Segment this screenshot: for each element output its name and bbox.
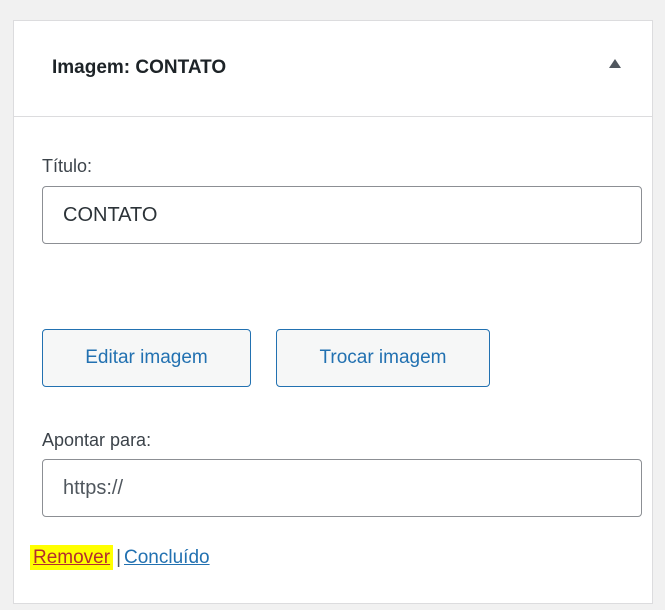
image-widget: Imagem: CONTATO Título: Editar imagem Tr… xyxy=(13,20,653,604)
widget-title: Imagem: CONTATO xyxy=(52,57,227,78)
link-label: Apontar para: xyxy=(42,430,152,450)
triangle-up-icon[interactable] xyxy=(609,59,621,68)
link-url-field[interactable] xyxy=(42,459,642,517)
widget-actions: Remover | Concluído xyxy=(30,545,210,570)
remove-link[interactable]: Remover xyxy=(30,545,114,570)
done-link[interactable]: Concluído xyxy=(124,547,210,568)
action-separator: | xyxy=(116,547,122,568)
widget-header[interactable]: Imagem: CONTATO xyxy=(14,21,652,117)
edit-image-button[interactable]: Editar imagem xyxy=(42,329,251,387)
title-field[interactable] xyxy=(42,186,642,244)
replace-image-button[interactable]: Trocar imagem xyxy=(276,329,490,387)
title-label: Título: xyxy=(42,156,93,176)
